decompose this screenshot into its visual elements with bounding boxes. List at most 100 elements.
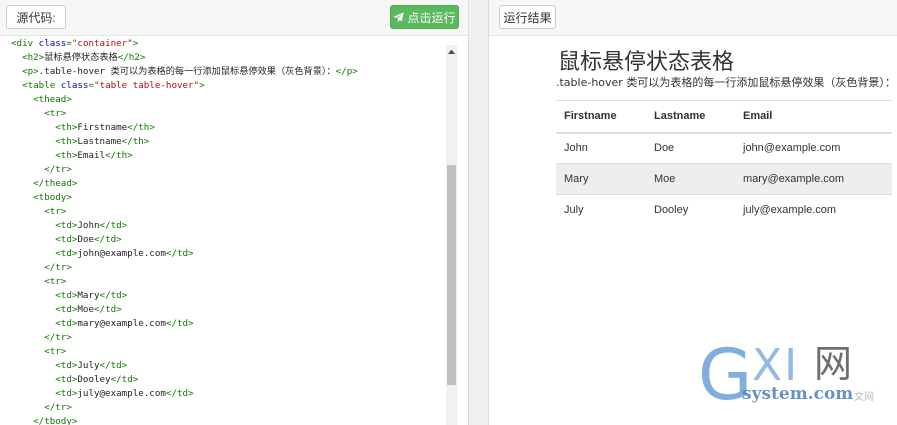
code-token: </thead> bbox=[11, 178, 78, 189]
code-token: </p> bbox=[335, 66, 358, 77]
cell-email: july@example.com bbox=[735, 194, 892, 226]
code-token: <tr> bbox=[11, 108, 67, 119]
code-token: mary@example.com bbox=[77, 318, 166, 329]
source-pane: 源代码: 点击运行 <div class="container"> <h2>鼠标… bbox=[0, 0, 468, 425]
code-line: <td>Doe</td> bbox=[11, 233, 358, 247]
code-token: </tr> bbox=[11, 332, 72, 343]
code-token: </td> bbox=[110, 374, 139, 385]
result-toolbar: 运行结果 bbox=[489, 0, 897, 36]
code-token: <table bbox=[11, 80, 61, 91]
code-line: <td>mary@example.com</td> bbox=[11, 317, 358, 331]
code-token: <thead> bbox=[11, 94, 72, 105]
code-token: </td> bbox=[99, 220, 128, 231]
code-token: Mary bbox=[77, 290, 100, 301]
code-line: <td>July</td> bbox=[11, 359, 358, 373]
code-token: </tr> bbox=[11, 402, 72, 413]
code-token: .table-hover 类可以为表格的每一行添加鼠标悬停效果（灰色背景）： bbox=[38, 66, 336, 77]
code-token: </tbody> bbox=[11, 416, 78, 425]
code-line: </tr> bbox=[11, 261, 358, 275]
code-token: Moe bbox=[77, 304, 94, 315]
code-token: Doe bbox=[77, 234, 94, 245]
code-token: </tr> bbox=[11, 262, 72, 273]
code-token: </tr> bbox=[11, 164, 72, 175]
code-token: > bbox=[199, 80, 205, 91]
code-scrollbar[interactable] bbox=[446, 45, 457, 425]
cell-firstname: July bbox=[556, 194, 646, 226]
result-title: 鼠标悬停状态表格 bbox=[558, 50, 735, 75]
table-header-row: Firstname Lastname Email bbox=[556, 100, 892, 134]
watermark-domain: system.com bbox=[742, 384, 854, 404]
code-token: <td> bbox=[11, 304, 78, 315]
code-token: "container" bbox=[71, 38, 133, 49]
code-token: > bbox=[132, 38, 139, 49]
code-token: <th> bbox=[11, 136, 78, 147]
code-line: <td>Moe</td> bbox=[11, 303, 358, 317]
code-token: <td> bbox=[11, 248, 78, 259]
code-token: <td> bbox=[11, 220, 78, 231]
cell-lastname: Moe bbox=[646, 163, 735, 195]
code-line: <td>john@example.com</td> bbox=[11, 247, 358, 261]
code-token: July bbox=[77, 360, 100, 371]
code-token: <tr> bbox=[11, 346, 67, 357]
code-token: <div bbox=[11, 38, 39, 49]
code-token: </td> bbox=[94, 304, 122, 315]
run-result-button[interactable]: 运行结果 bbox=[499, 5, 556, 29]
code-line: <tr> bbox=[11, 275, 358, 289]
code-token: </th> bbox=[127, 122, 155, 133]
code-line: <h2>鼠标悬停状态表格</h2> bbox=[11, 51, 358, 65]
code-token: Lastname bbox=[77, 136, 122, 147]
cell-email: mary@example.com bbox=[735, 163, 892, 195]
code-token: <td> bbox=[11, 234, 78, 245]
source-toolbar: 源代码: 点击运行 bbox=[0, 0, 468, 36]
header-lastname: Lastname bbox=[646, 100, 735, 134]
code-token: <h2> bbox=[11, 52, 45, 63]
watermark-wang: 网 bbox=[814, 342, 853, 386]
paper-plane-icon bbox=[393, 11, 405, 22]
code-line: </tbody> bbox=[11, 415, 358, 425]
code-token: </td> bbox=[165, 248, 194, 259]
code-line: <td>Mary</td> bbox=[11, 289, 358, 303]
table-row[interactable]: John Doe john@example.com bbox=[556, 132, 892, 164]
cell-lastname: Dooley bbox=[646, 194, 735, 226]
result-description: .table-hover 类可以为表格的每一行添加鼠标悬停效果（灰色背景）： bbox=[556, 76, 896, 89]
code-token: class bbox=[38, 38, 67, 49]
header-email: Email bbox=[735, 100, 892, 134]
code-token: class bbox=[60, 80, 89, 91]
triangle-up-icon[interactable] bbox=[446, 45, 457, 59]
site-watermark: G XI 网 system.com 文网 bbox=[694, 340, 894, 420]
code-token: Email bbox=[77, 150, 106, 161]
code-token: <td> bbox=[11, 290, 78, 301]
code-token: 鼠标悬停状态表格 bbox=[44, 52, 118, 63]
table-row[interactable]: July Dooley july@example.com bbox=[556, 194, 892, 226]
cell-lastname: Doe bbox=[646, 132, 735, 164]
code-line: </tr> bbox=[11, 401, 358, 415]
header-firstname: Firstname bbox=[556, 100, 646, 134]
scrollbar-thumb[interactable] bbox=[447, 165, 456, 385]
watermark-extra: 文网 bbox=[854, 392, 874, 403]
code-line: <th>Firstname</th> bbox=[11, 121, 358, 135]
run-result-label: 运行结果 bbox=[503, 10, 552, 25]
code-token: </td> bbox=[94, 234, 122, 245]
code-line: </tr> bbox=[11, 331, 358, 345]
code-editor[interactable]: <div class="container"> <h2>鼠标悬停状态表格</h2… bbox=[0, 37, 458, 425]
code-line: <tr> bbox=[11, 205, 358, 219]
code-lines: <div class="container"> <h2>鼠标悬停状态表格</h2… bbox=[11, 37, 358, 425]
code-line: <th>Lastname</th> bbox=[11, 135, 358, 149]
code-token: "table table-hover" bbox=[94, 80, 200, 91]
code-token: <tbody> bbox=[11, 192, 72, 203]
pane-divider[interactable] bbox=[468, 0, 489, 425]
code-token: july@example.com bbox=[77, 388, 166, 399]
source-code-label: 源代码: bbox=[16, 10, 56, 25]
source-code-button[interactable]: 源代码: bbox=[6, 5, 66, 29]
code-token: </th> bbox=[105, 150, 133, 161]
code-line: <td>july@example.com</td> bbox=[11, 387, 358, 401]
code-token: <td> bbox=[11, 374, 78, 385]
hover-table: Firstname Lastname Email John Doe john@e… bbox=[556, 100, 892, 226]
table-row[interactable]: Mary Moe mary@example.com bbox=[556, 163, 892, 195]
code-token: </td> bbox=[165, 388, 194, 399]
code-token: Firstname bbox=[77, 122, 128, 133]
code-line: <td>Dooley</td> bbox=[11, 373, 358, 387]
code-token: </h2> bbox=[117, 52, 146, 63]
code-token: </td> bbox=[99, 360, 128, 371]
run-button[interactable]: 点击运行 bbox=[390, 5, 459, 29]
